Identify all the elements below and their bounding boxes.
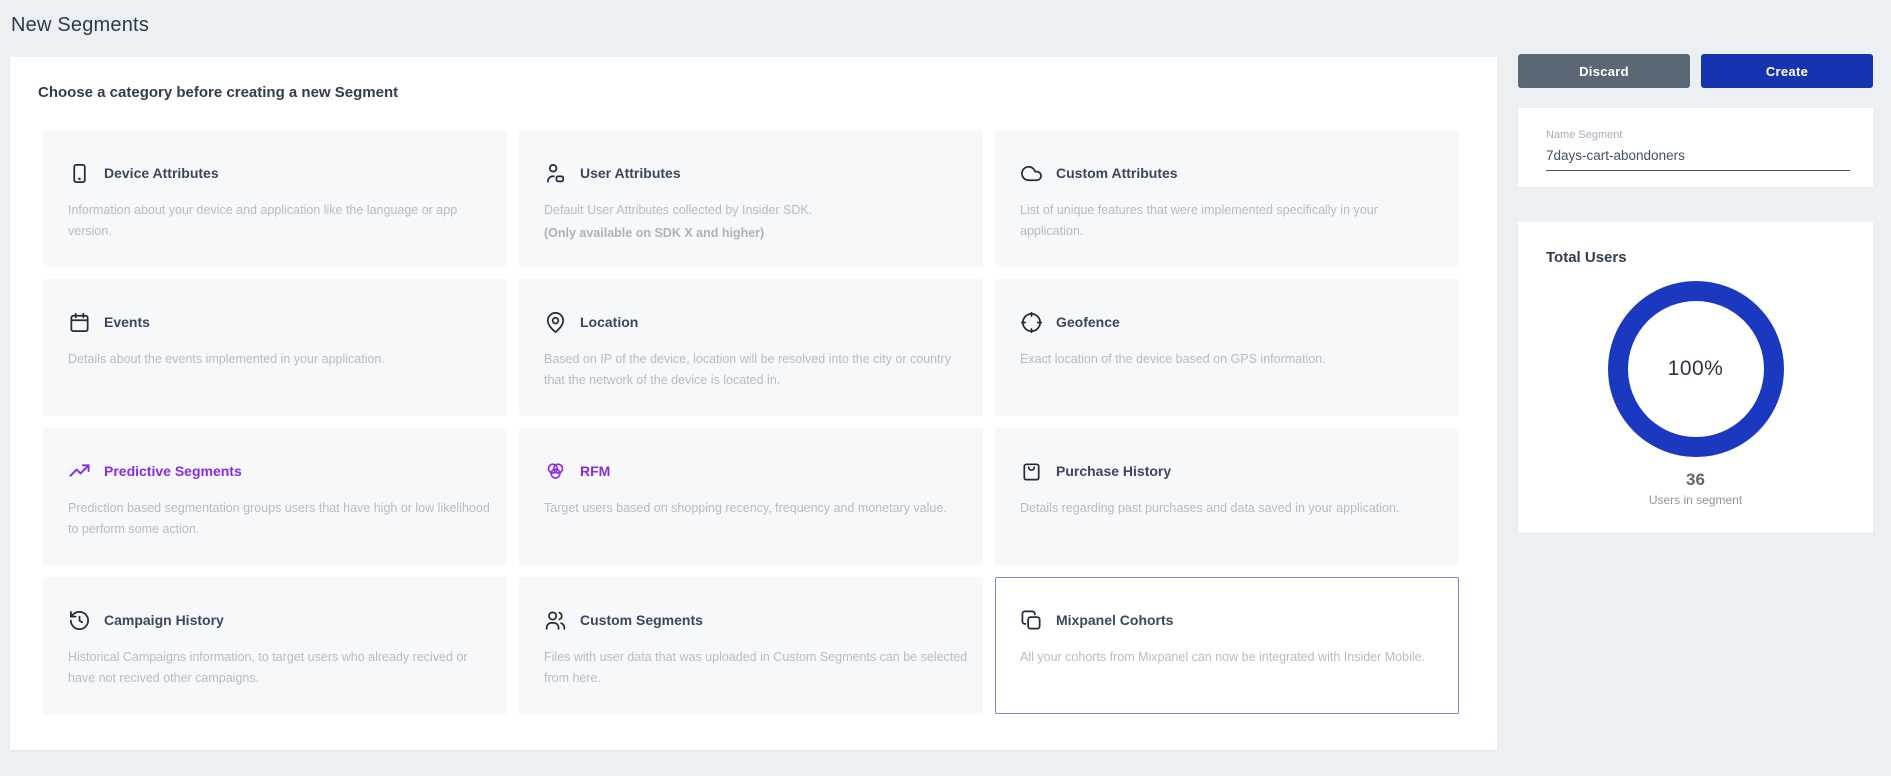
card-title: Mixpanel Cohorts xyxy=(1056,612,1173,628)
card-title: Geofence xyxy=(1056,314,1120,330)
card-title: Purchase History xyxy=(1056,463,1171,479)
card-description: Information about your device and applic… xyxy=(68,200,492,241)
card-user-attributes[interactable]: User Attributes Default User Attributes … xyxy=(519,130,983,267)
card-title: User Attributes xyxy=(580,165,681,181)
users-count-caption: Users in segment xyxy=(1518,493,1873,507)
discard-button[interactable]: Discard xyxy=(1518,54,1690,88)
card-title: Device Attributes xyxy=(104,165,219,181)
total-users-donut-chart: 100% xyxy=(1608,281,1784,457)
card-title: Predictive Segments xyxy=(104,463,242,479)
segment-sidebar: Discard Create Name Segment Total Users … xyxy=(1518,54,1873,533)
card-title: Custom Attributes xyxy=(1056,165,1178,181)
shopping-bag-icon xyxy=(1020,460,1043,483)
total-users-card: Total Users 100% 36 Users in segment xyxy=(1518,222,1873,533)
crosshair-icon xyxy=(1020,311,1043,334)
name-segment-label: Name Segment xyxy=(1546,129,1850,141)
card-title: Events xyxy=(104,314,150,330)
card-title: Campaign History xyxy=(104,612,224,628)
category-grid: Device Attributes Information about your… xyxy=(43,130,1459,714)
card-head: Events xyxy=(68,309,492,335)
card-head: Custom Attributes xyxy=(1020,160,1444,186)
card-location[interactable]: Location Based on IP of the device, loca… xyxy=(519,279,983,416)
card-description-note: (Only available on SDK X and higher) xyxy=(544,223,968,244)
card-description: Prediction based segmentation groups use… xyxy=(68,498,492,539)
card-purchase-history[interactable]: Purchase History Details regarding past … xyxy=(995,428,1459,565)
device-icon xyxy=(68,162,91,185)
card-custom-segments[interactable]: Custom Segments Files with user data tha… xyxy=(519,577,983,714)
category-panel: Choose a category before creating a new … xyxy=(10,57,1497,750)
card-head: Purchase History xyxy=(1020,458,1444,484)
history-icon xyxy=(68,609,91,632)
users-icon xyxy=(544,609,567,632)
card-head: Device Attributes xyxy=(68,160,492,186)
name-segment-card: Name Segment xyxy=(1518,108,1873,187)
card-description: Exact location of the device based on GP… xyxy=(1020,349,1444,370)
card-head: Custom Segments xyxy=(544,607,968,633)
card-custom-attributes[interactable]: Custom Attributes List of unique feature… xyxy=(995,130,1459,267)
venn-icon xyxy=(544,460,567,483)
name-segment-input[interactable] xyxy=(1546,143,1850,171)
total-users-title: Total Users xyxy=(1546,249,1873,266)
card-description: List of unique features that were implem… xyxy=(1020,200,1444,241)
action-buttons: Discard Create xyxy=(1518,54,1873,88)
card-rfm[interactable]: RFM Target users based on shopping recen… xyxy=(519,428,983,565)
card-description: Details regarding past purchases and dat… xyxy=(1020,498,1444,519)
page-title: New Segments xyxy=(11,14,149,37)
card-predictive-segments[interactable]: Predictive Segments Prediction based seg… xyxy=(43,428,507,565)
user-attributes-icon xyxy=(544,162,567,185)
card-head: RFM xyxy=(544,458,968,484)
card-events[interactable]: Events Details about the events implemen… xyxy=(43,279,507,416)
card-head: Geofence xyxy=(1020,309,1444,335)
card-title: Location xyxy=(580,314,638,330)
map-pin-icon xyxy=(544,311,567,334)
donut-percent-label: 100% xyxy=(1668,357,1724,381)
card-description: Details about the events implemented in … xyxy=(68,349,492,370)
card-description: Target users based on shopping recency, … xyxy=(544,498,968,519)
panel-heading: Choose a category before creating a new … xyxy=(38,84,398,101)
card-head: User Attributes xyxy=(544,160,968,186)
card-title: Custom Segments xyxy=(580,612,703,628)
card-description: Files with user data that was uploaded i… xyxy=(544,647,968,688)
card-device-attributes[interactable]: Device Attributes Information about your… xyxy=(43,130,507,267)
card-description: Default User Attributes collected by Ins… xyxy=(544,200,968,221)
card-campaign-history[interactable]: Campaign History Historical Campaigns in… xyxy=(43,577,507,714)
card-head: Location xyxy=(544,309,968,335)
card-description: All your cohorts from Mixpanel can now b… xyxy=(1020,647,1444,668)
calendar-icon xyxy=(68,311,91,334)
card-head: Predictive Segments xyxy=(68,458,492,484)
card-geofence[interactable]: Geofence Exact location of the device ba… xyxy=(995,279,1459,416)
create-button[interactable]: Create xyxy=(1701,54,1873,88)
card-title: RFM xyxy=(580,463,610,479)
cloud-icon xyxy=(1020,162,1043,185)
card-mixpanel-cohorts[interactable]: Mixpanel Cohorts All your cohorts from M… xyxy=(995,577,1459,714)
card-head: Mixpanel Cohorts xyxy=(1020,607,1444,633)
card-description: Based on IP of the device, location will… xyxy=(544,349,968,390)
trending-up-icon xyxy=(68,460,91,483)
card-head: Campaign History xyxy=(68,607,492,633)
cohorts-icon xyxy=(1020,609,1043,632)
card-description: Historical Campaigns information, to tar… xyxy=(68,647,492,688)
users-count: 36 xyxy=(1518,470,1873,490)
